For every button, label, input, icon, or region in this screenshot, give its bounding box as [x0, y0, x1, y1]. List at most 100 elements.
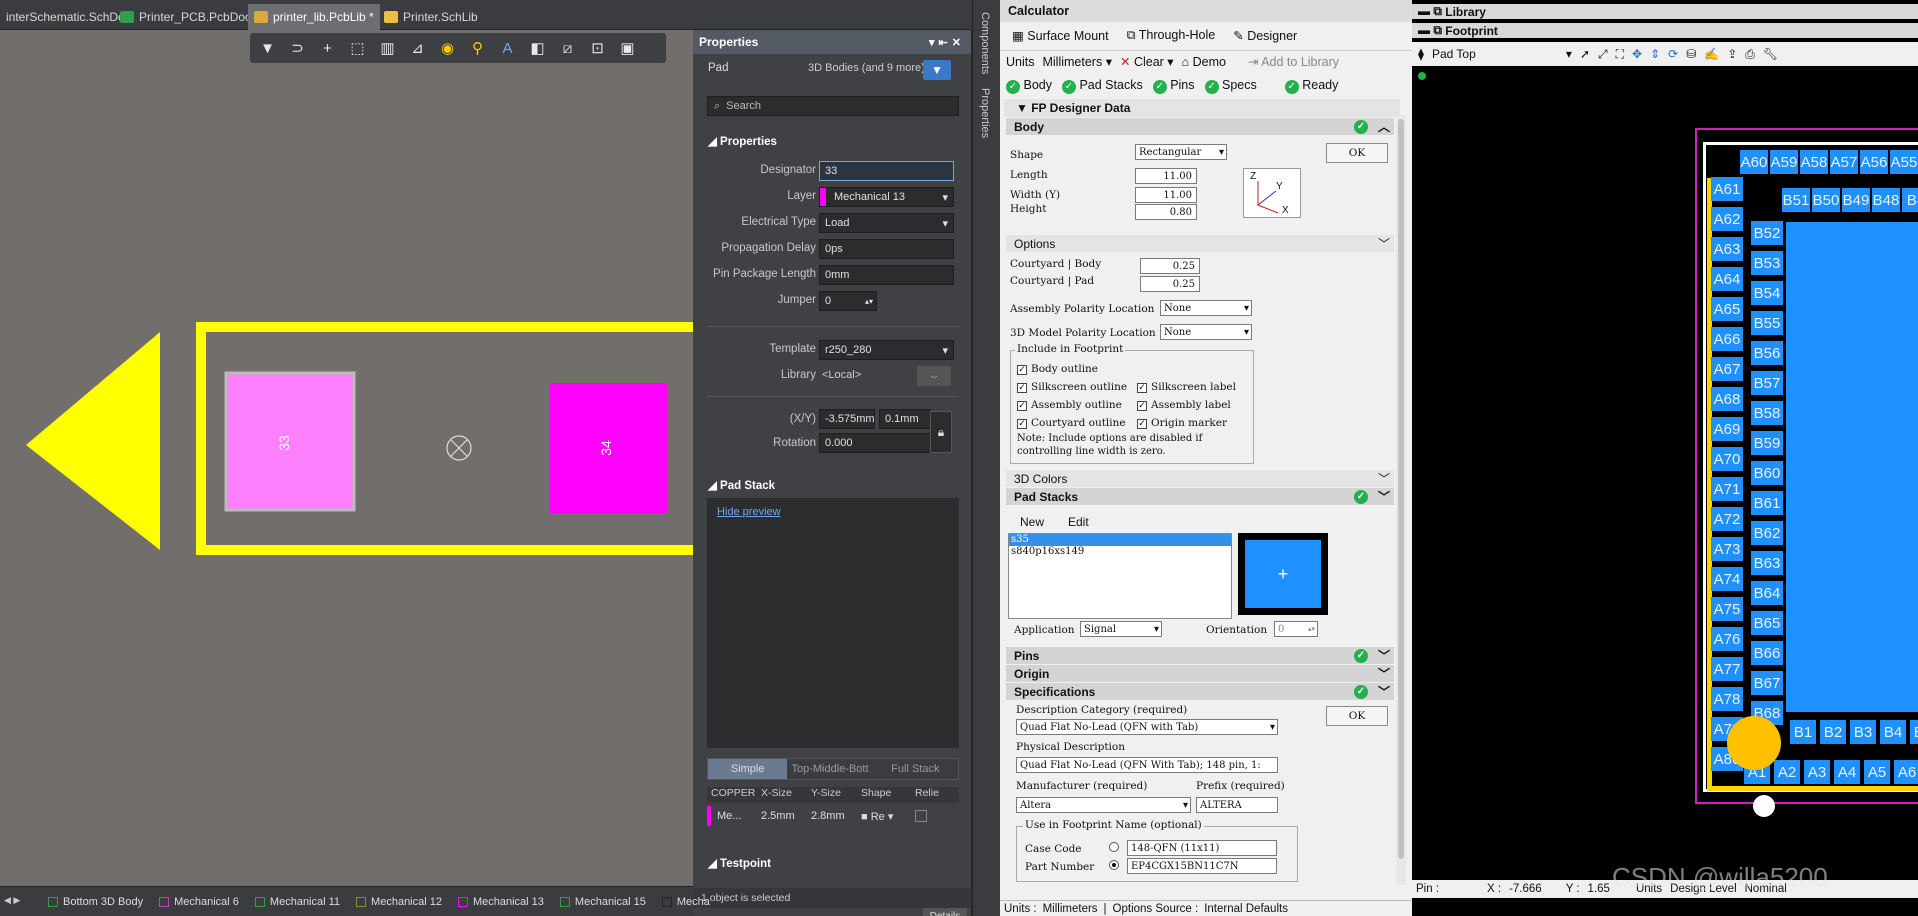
footprint-pin[interactable]: B2: [1820, 720, 1846, 744]
footprint-pin[interactable]: B4: [1902, 188, 1918, 212]
list-item[interactable]: s840p16xs149: [1009, 546, 1231, 558]
check-origin-marker[interactable]: ✓ Origin marker: [1137, 417, 1227, 429]
filter-button-icon[interactable]: ▼: [923, 60, 951, 80]
length-field[interactable]: 11.00: [1135, 168, 1197, 184]
width-field[interactable]: 11.00: [1135, 187, 1197, 203]
footprint-pin[interactable]: A77: [1711, 657, 1743, 681]
case-code-field[interactable]: 148-QFN (11x11): [1127, 840, 1277, 856]
crosshair-icon[interactable]: +: [316, 37, 339, 60]
properties-panel-tab[interactable]: Properties: [979, 88, 991, 138]
orientation-stepper[interactable]: 0 ▴▾: [1274, 621, 1318, 637]
footprint-pin[interactable]: B62: [1751, 521, 1783, 545]
check-assembly-outline[interactable]: ✓ Assembly outline: [1017, 399, 1122, 411]
body-group-header[interactable]: Body ✓ ︿: [1006, 118, 1394, 135]
footprint-pin[interactable]: B5: [1910, 720, 1918, 744]
footprint-pin[interactable]: A76: [1711, 627, 1743, 651]
tab-designer[interactable]: ✎ Designer: [1233, 28, 1297, 43]
units-dropdown[interactable]: Millimeters ▾: [1042, 54, 1111, 69]
footprint-pin[interactable]: A60: [1740, 150, 1768, 174]
footprint-pin[interactable]: A62: [1711, 207, 1743, 231]
tab-top-middle-bottom[interactable]: Top-Middle-Bott: [787, 759, 872, 779]
layer-tab[interactable]: Mechanical 13: [450, 896, 552, 908]
footprint-pin[interactable]: B49: [1842, 188, 1870, 212]
tab-through-hole[interactable]: ⧉ Through-Hole: [1127, 28, 1216, 43]
search-input[interactable]: ⌕ Search: [707, 96, 959, 116]
check-silkscreen-label[interactable]: ✓ Silkscreen label: [1137, 381, 1236, 393]
footprint-pin[interactable]: B53: [1751, 251, 1783, 275]
footprint-pin[interactable]: B65: [1751, 611, 1783, 635]
footprint-pin[interactable]: A56: [1860, 150, 1888, 174]
table-row[interactable]: Me... 2.5mm 2.8mm ■ Re ▾: [707, 805, 959, 827]
pad-stack-section-title[interactable]: ◢ Pad Stack: [708, 478, 775, 492]
lock-icon[interactable]: 🔒︎: [930, 411, 952, 453]
footprint-pin[interactable]: A61: [1711, 177, 1743, 201]
footprint-pin[interactable]: B54: [1751, 281, 1783, 305]
tab-full-stack[interactable]: Full Stack: [873, 759, 958, 779]
physical-desc-field[interactable]: Quad Flat No-Lead (QFN With Tab); 148 pi…: [1016, 757, 1278, 773]
footprint-pin[interactable]: A4: [1834, 760, 1860, 784]
components-panel-tab[interactable]: Components: [979, 12, 991, 74]
layer-tab[interactable]: Mechanical 12: [348, 896, 450, 908]
desc-category-select[interactable]: Quad Flat No-Lead (QFN with Tab) ▾: [1016, 719, 1278, 735]
fp-designer-header[interactable]: ▼ FP Designer Data: [1004, 99, 1400, 117]
footprint-pin[interactable]: A63: [1711, 237, 1743, 261]
calculator-scrollbar[interactable]: [1396, 115, 1406, 885]
footprint-pin[interactable]: B60: [1751, 461, 1783, 485]
properties-section-title[interactable]: ◢ Properties: [708, 134, 777, 148]
text-icon[interactable]: A: [496, 37, 519, 60]
model-polarity-select[interactable]: None ▾: [1160, 324, 1252, 340]
footprint-pin[interactable]: B50: [1812, 188, 1840, 212]
electrical-type-select[interactable]: Load ▾: [819, 213, 954, 233]
tab-schlib[interactable]: Printer.SchLib: [378, 4, 484, 30]
footprint-pin[interactable]: A65: [1711, 297, 1743, 321]
dimension-icon[interactable]: ⊡: [586, 37, 609, 60]
footprint-pin[interactable]: A66: [1711, 327, 1743, 351]
demo-button[interactable]: ⌂ Demo: [1182, 55, 1226, 69]
panel-controls-icon[interactable]: ▾⇤✕: [929, 36, 965, 49]
manufacturer-select[interactable]: Altera ▾: [1016, 797, 1191, 813]
route-icon[interactable]: ⊃: [286, 37, 309, 60]
footprint-pin[interactable]: A64: [1711, 267, 1743, 291]
footprint-pin[interactable]: A5: [1864, 760, 1890, 784]
footprint-pin[interactable]: B52: [1751, 221, 1783, 245]
propagation-delay-field[interactable]: 0ps: [819, 239, 954, 259]
height-field[interactable]: 0.80: [1135, 204, 1197, 220]
check-courtyard-outline[interactable]: ✓ Courtyard outline: [1017, 417, 1126, 429]
check-body-outline[interactable]: ✓ Body outline: [1017, 363, 1098, 375]
footprint-pin[interactable]: A3: [1804, 760, 1830, 784]
footprint-pin[interactable]: B56: [1751, 341, 1783, 365]
footprint-pin[interactable]: B1: [1790, 720, 1816, 744]
footprint-pin[interactable]: B66: [1751, 641, 1783, 665]
tab-pcblib[interactable]: printer_lib.PcbLib *: [248, 4, 380, 30]
footprint-pin[interactable]: B59: [1751, 431, 1783, 455]
details-button[interactable]: Details: [923, 908, 967, 916]
pad-stacks-group-header[interactable]: Pad Stacks ✓ ﹀: [1006, 488, 1394, 505]
edit-padstack-button[interactable]: Edit: [1068, 515, 1089, 529]
tab-simple[interactable]: Simple: [708, 759, 788, 779]
line-icon[interactable]: ⧄: [556, 37, 579, 60]
y-field[interactable]: 0.1mm: [879, 409, 931, 429]
footprint-pin[interactable]: A71: [1711, 477, 1743, 501]
rotation-field[interactable]: 0.000: [819, 433, 931, 453]
body-ok-button[interactable]: OK: [1326, 143, 1388, 163]
jumper-stepper[interactable]: 0 ▴▾: [819, 291, 877, 311]
pcb-editor-canvas[interactable]: 33 34: [0, 30, 693, 886]
list-item[interactable]: s35: [1009, 534, 1231, 546]
footprint-pin[interactable]: A6: [1894, 760, 1918, 784]
layer-tab[interactable]: Mechanical 6: [151, 896, 247, 908]
pins-group-header[interactable]: Pins ✓ ﹀: [1006, 647, 1394, 664]
footprint-pin[interactable]: A68: [1711, 387, 1743, 411]
shape-select[interactable]: Rectangular ▾: [1135, 144, 1227, 160]
pad-icon[interactable]: ⚲: [466, 37, 489, 60]
footprint-pin[interactable]: A70: [1711, 447, 1743, 471]
footprint-pin[interactable]: A69: [1711, 417, 1743, 441]
padstack-list[interactable]: s35 s840p16xs149: [1008, 533, 1232, 619]
part-number-radio[interactable]: [1109, 860, 1119, 870]
select-rect-icon[interactable]: ⬚: [346, 37, 369, 60]
pin-package-length-field[interactable]: 0mm: [819, 265, 954, 285]
tab-pcb-doc[interactable]: Printer_PCB.PcbDoc: [114, 4, 257, 30]
check-assembly-label[interactable]: ✓ Assembly label: [1137, 399, 1231, 411]
courtyard-pad-field[interactable]: 0.25: [1140, 276, 1200, 292]
footprint-pin[interactable]: A55: [1890, 150, 1918, 174]
prefix-field[interactable]: ALTERA: [1196, 797, 1278, 813]
